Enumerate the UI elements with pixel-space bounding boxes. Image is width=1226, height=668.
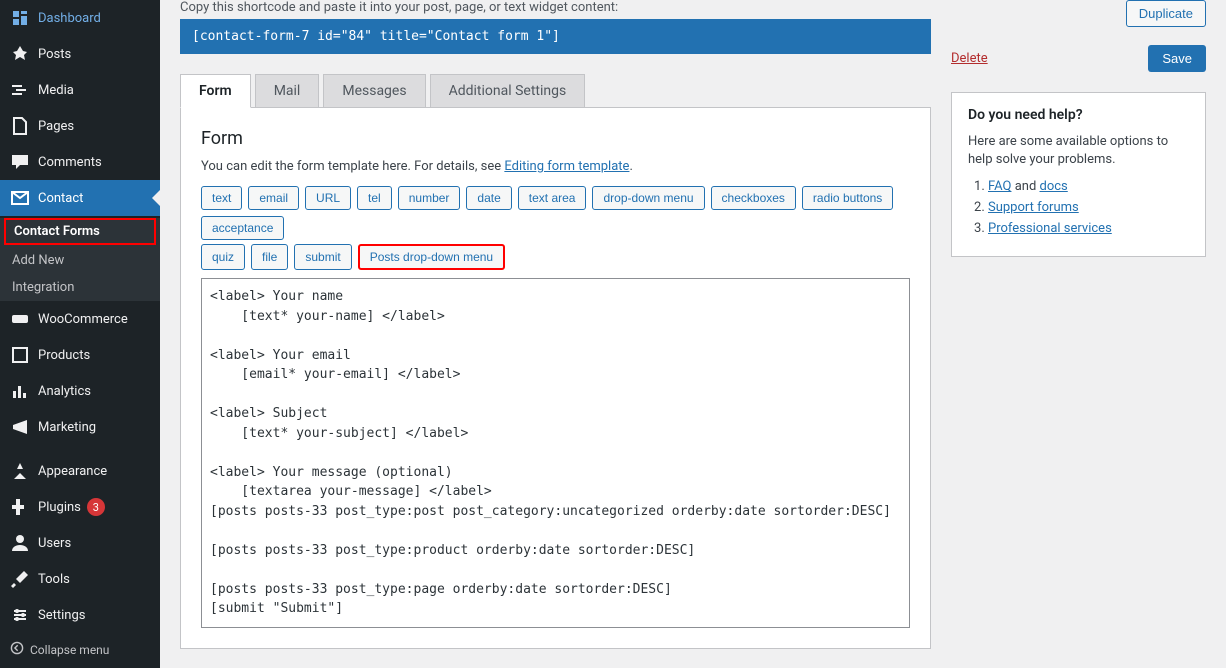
submenu-add-new[interactable]: Add New [0, 247, 160, 274]
tag-radio[interactable]: radio buttons [802, 186, 893, 210]
tag-posts-dropdown[interactable]: Posts drop-down menu [358, 244, 505, 270]
editing-template-link[interactable]: Editing form template [504, 159, 629, 174]
sidebar-item-marketing[interactable]: Marketing [0, 409, 160, 445]
sidebar-label: Plugins [38, 500, 81, 515]
sidebar-label: Comments [38, 155, 102, 170]
tab-additional-settings[interactable]: Additional Settings [430, 74, 586, 107]
tag-date[interactable]: date [466, 186, 511, 210]
appearance-icon [10, 461, 30, 481]
sidebar-label: Media [38, 83, 74, 98]
submenu-integration[interactable]: Integration [0, 274, 160, 301]
support-link[interactable]: Support forums [988, 200, 1079, 215]
sidebar-label: Pages [38, 119, 74, 134]
settings-icon [10, 605, 30, 625]
sidebar-item-comments[interactable]: Comments [0, 144, 160, 180]
help-box: Do you need help? Here are some availabl… [951, 92, 1206, 257]
panel-description: You can edit the form template here. For… [201, 159, 910, 174]
tag-tel[interactable]: tel [357, 186, 392, 210]
sidebar-item-analytics[interactable]: Analytics [0, 373, 160, 409]
tag-email[interactable]: email [248, 186, 299, 210]
panel-title: Form [201, 128, 910, 149]
tag-acceptance[interactable]: acceptance [201, 216, 284, 240]
delete-link[interactable]: Delete [951, 51, 988, 66]
sidebar-label: Marketing [38, 420, 96, 435]
analytics-icon [10, 381, 30, 401]
sidebar-item-pages[interactable]: Pages [0, 108, 160, 144]
dashboard-icon [10, 8, 30, 28]
faq-link[interactable]: FAQ [988, 179, 1011, 194]
sidebar-item-posts[interactable]: Posts [0, 36, 160, 72]
woo-icon [10, 309, 30, 329]
sidebar-label: Dashboard [38, 11, 101, 26]
help-item-3: Professional services [988, 221, 1189, 236]
pin-icon [10, 44, 30, 64]
tag-quiz[interactable]: quiz [201, 244, 245, 270]
help-item-2: Support forums [988, 200, 1189, 215]
tag-checkboxes[interactable]: checkboxes [711, 186, 796, 210]
comments-icon [10, 152, 30, 172]
sidebar-label: Posts [38, 47, 71, 62]
submenu-contact-forms[interactable]: Contact Forms [4, 218, 156, 245]
tab-form[interactable]: Form [180, 74, 251, 108]
sidebar-label: Tools [38, 572, 70, 587]
media-icon [10, 80, 30, 100]
sidebar-label: Users [38, 536, 71, 551]
sidebar-item-plugins[interactable]: Plugins 3 [0, 489, 160, 525]
help-desc: Here are some available options to help … [968, 133, 1189, 169]
tag-text[interactable]: text [201, 186, 242, 210]
sidebar-label: Analytics [38, 384, 91, 399]
save-button[interactable]: Save [1148, 45, 1206, 72]
form-tabs: Form Mail Messages Additional Settings [180, 74, 931, 108]
docs-link[interactable]: docs [1040, 179, 1068, 194]
tag-file[interactable]: file [251, 244, 288, 270]
tag-submit[interactable]: submit [294, 244, 351, 270]
sidebar-item-settings[interactable]: Settings [0, 597, 160, 633]
sidebar-label: Contact [38, 191, 83, 206]
form-template-editor[interactable]: <label> Your name [text* your-name] </la… [201, 278, 910, 628]
tag-buttons-row2: quiz file submit Posts drop-down menu [201, 244, 910, 270]
tag-textarea[interactable]: text area [518, 186, 587, 210]
plugins-icon [10, 497, 30, 517]
sidebar-label: WooCommerce [38, 312, 128, 327]
tab-mail[interactable]: Mail [255, 74, 320, 107]
sidebar-item-dashboard[interactable]: Dashboard [0, 0, 160, 36]
pages-icon [10, 116, 30, 136]
sidebar-item-users[interactable]: Users [0, 525, 160, 561]
mail-icon [10, 188, 30, 208]
sidebar-label: Products [38, 348, 90, 363]
sidebar-item-media[interactable]: Media [0, 72, 160, 108]
main-content: Copy this shortcode and paste it into yo… [160, 0, 1226, 668]
tag-buttons-row1: text email URL tel number date text area… [201, 186, 910, 240]
shortcode-text: [contact-form-7 id="84" title="Contact f… [192, 29, 560, 44]
sidebar-item-products[interactable]: Products [0, 337, 160, 373]
form-panel: Form You can edit the form template here… [180, 108, 931, 649]
shortcode-box[interactable]: [contact-form-7 id="84" title="Contact f… [180, 19, 931, 54]
sidebar-item-tools[interactable]: Tools [0, 561, 160, 597]
products-icon [10, 345, 30, 365]
sidebar-item-contact[interactable]: Contact [0, 180, 160, 216]
pro-services-link[interactable]: Professional services [988, 221, 1112, 236]
help-list: FAQ and docs Support forums Professional… [968, 179, 1189, 236]
users-icon [10, 533, 30, 553]
tab-messages[interactable]: Messages [323, 74, 425, 107]
shortcode-intro: Copy this shortcode and paste it into yo… [180, 0, 931, 15]
sidebar-label: Appearance [38, 464, 107, 479]
collapse-menu[interactable]: Collapse menu [0, 633, 160, 666]
tools-icon [10, 569, 30, 589]
tag-dropdown[interactable]: drop-down menu [592, 186, 704, 210]
tag-url[interactable]: URL [305, 186, 351, 210]
contact-submenu: Contact Forms Add New Integration [0, 218, 160, 301]
sidebar-label: Settings [38, 608, 85, 623]
admin-sidebar: Dashboard Posts Media Pages Comments Con… [0, 0, 160, 668]
tag-number[interactable]: number [398, 186, 461, 210]
marketing-icon [10, 417, 30, 437]
sidebar-item-appearance[interactable]: Appearance [0, 453, 160, 489]
help-title: Do you need help? [968, 107, 1189, 123]
help-item-1: FAQ and docs [988, 179, 1189, 194]
plugins-badge: 3 [87, 498, 105, 516]
sidebar-item-woocommerce[interactable]: WooCommerce [0, 301, 160, 337]
collapse-icon [10, 641, 24, 658]
duplicate-button[interactable]: Duplicate [1126, 0, 1206, 27]
